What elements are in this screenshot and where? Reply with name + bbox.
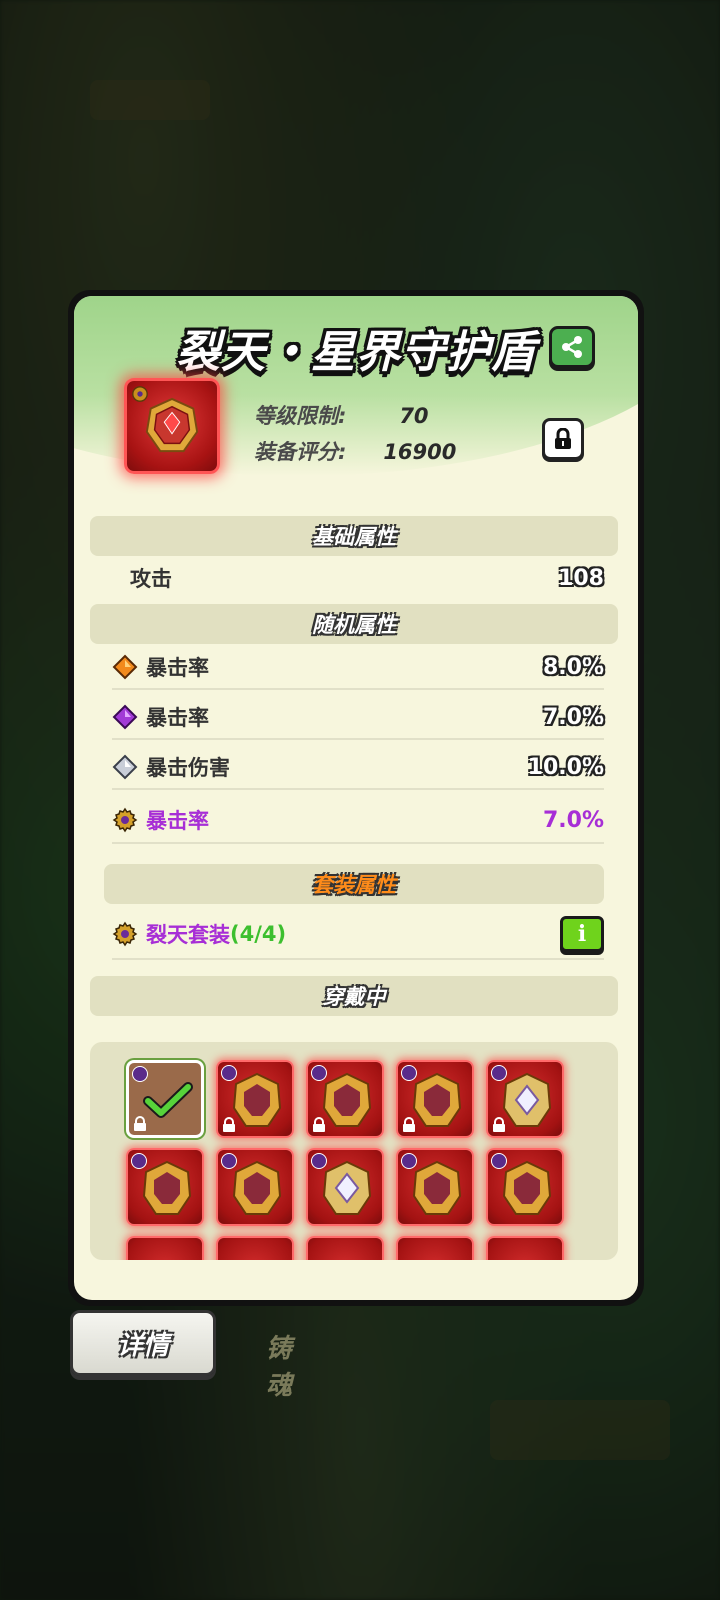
wearing-header: 穿戴中 (90, 976, 618, 1016)
panel-content: 裂天・星界守护盾 等级限制: 70 装备评分: 16900 基础属性 攻击 10… (74, 296, 638, 1300)
equipment-slot[interactable] (306, 1060, 384, 1138)
level-label: 等级限制: (254, 404, 347, 428)
equipment-detail-panel: 裂天・星界守护盾 等级限制: 70 装备评分: 16900 基础属性 攻击 10… (68, 290, 644, 1306)
lock-icon (493, 1117, 505, 1132)
equipment-slot[interactable] (396, 1236, 474, 1260)
equipment-slot[interactable] (216, 1060, 294, 1138)
tab-details[interactable]: 详情 (70, 1310, 216, 1376)
set-name: 裂天套装 (146, 923, 230, 947)
shield-icon (412, 1072, 462, 1127)
lock-icon (134, 1116, 146, 1131)
stat-label: 暴击率 (146, 656, 209, 680)
lock-icon (223, 1117, 235, 1132)
equipment-slot-equipped[interactable] (126, 1060, 204, 1138)
orange-gem-icon (112, 654, 138, 680)
shield-icon (232, 1072, 282, 1127)
set-count: (4/4) (230, 922, 287, 946)
equipment-grid-container[interactable] (90, 1042, 618, 1260)
equipment-slot[interactable] (396, 1148, 474, 1226)
set-attributes-header: 套装属性 (104, 864, 604, 904)
equipment-slot[interactable] (216, 1148, 294, 1226)
share-icon (562, 336, 582, 358)
equipment-slot[interactable] (126, 1148, 204, 1226)
level-value: 70 (399, 404, 429, 428)
section-title: 随机属性 (312, 613, 396, 637)
shield-icon (322, 1160, 372, 1215)
equipment-slot[interactable] (396, 1060, 474, 1138)
section-title: 套装属性 (312, 873, 396, 897)
equipment-score: 装备评分: 16900 (254, 436, 456, 466)
gear-icon (112, 807, 138, 833)
shield-icon (502, 1072, 552, 1127)
checkmark-icon (143, 1082, 193, 1118)
share-button[interactable] (549, 326, 595, 368)
score-label: 装备评分: (254, 440, 347, 464)
section-title: 穿戴中 (322, 985, 386, 1009)
type-badge-icon (132, 1066, 148, 1082)
equipment-slot[interactable] (486, 1060, 564, 1138)
shield-icon (322, 1072, 372, 1127)
silver-gem-icon (112, 754, 138, 780)
tab-forge[interactable]: 铸魂 (266, 1328, 292, 1402)
level-requirement: 等级限制: 70 (254, 400, 429, 430)
stat-label: 暴击率 (146, 809, 209, 833)
gear-icon (112, 921, 138, 947)
random-attributes-header: 随机属性 (90, 604, 618, 644)
stat-value: 10.0% (527, 754, 604, 780)
lock-icon (313, 1117, 325, 1132)
stat-label: 暴击伤害 (146, 756, 230, 780)
equipment-slot[interactable] (486, 1236, 564, 1260)
random-stat-row: 暴击率 8.0% (112, 646, 604, 690)
tab-label: 详情 (116, 1330, 169, 1361)
shield-icon (142, 1160, 192, 1215)
base-stat-row: 攻击 108 (112, 556, 604, 600)
stat-value: 7.0% (542, 704, 604, 730)
item-icon (124, 378, 220, 474)
stat-value: 108 (558, 565, 604, 591)
base-attributes-header: 基础属性 (90, 516, 618, 556)
lock-button[interactable] (542, 418, 584, 460)
set-info-button[interactable]: i (560, 916, 604, 952)
shield-icon (412, 1160, 462, 1215)
random-stat-row: 暴击率 7.0% (112, 696, 604, 740)
equipment-grid (126, 1060, 596, 1260)
info-icon: i (577, 921, 587, 947)
random-stat-row: 暴击伤害 10.0% (112, 746, 604, 790)
equipment-slot[interactable] (216, 1236, 294, 1260)
equipment-slot[interactable] (486, 1148, 564, 1226)
equipment-slot[interactable] (126, 1236, 204, 1260)
purple-gem-icon (112, 704, 138, 730)
equipment-slot[interactable] (306, 1236, 384, 1260)
equipment-slot[interactable] (306, 1148, 384, 1226)
stat-label: 攻击 (130, 567, 172, 591)
section-title: 基础属性 (312, 525, 396, 549)
shield-icon (232, 1160, 282, 1215)
shield-icon (502, 1160, 552, 1215)
stat-label: 暴击率 (146, 706, 209, 730)
lock-icon (403, 1117, 415, 1132)
special-stat-row: 暴击率 7.0% (112, 798, 604, 844)
stat-value: 7.0% (542, 807, 604, 833)
stat-value: 8.0% (542, 654, 604, 680)
score-value: 16900 (383, 440, 457, 464)
set-bonus-row: 裂天套装 (4/4) i (112, 910, 604, 960)
lock-icon (555, 428, 571, 449)
shield-icon (145, 397, 199, 453)
